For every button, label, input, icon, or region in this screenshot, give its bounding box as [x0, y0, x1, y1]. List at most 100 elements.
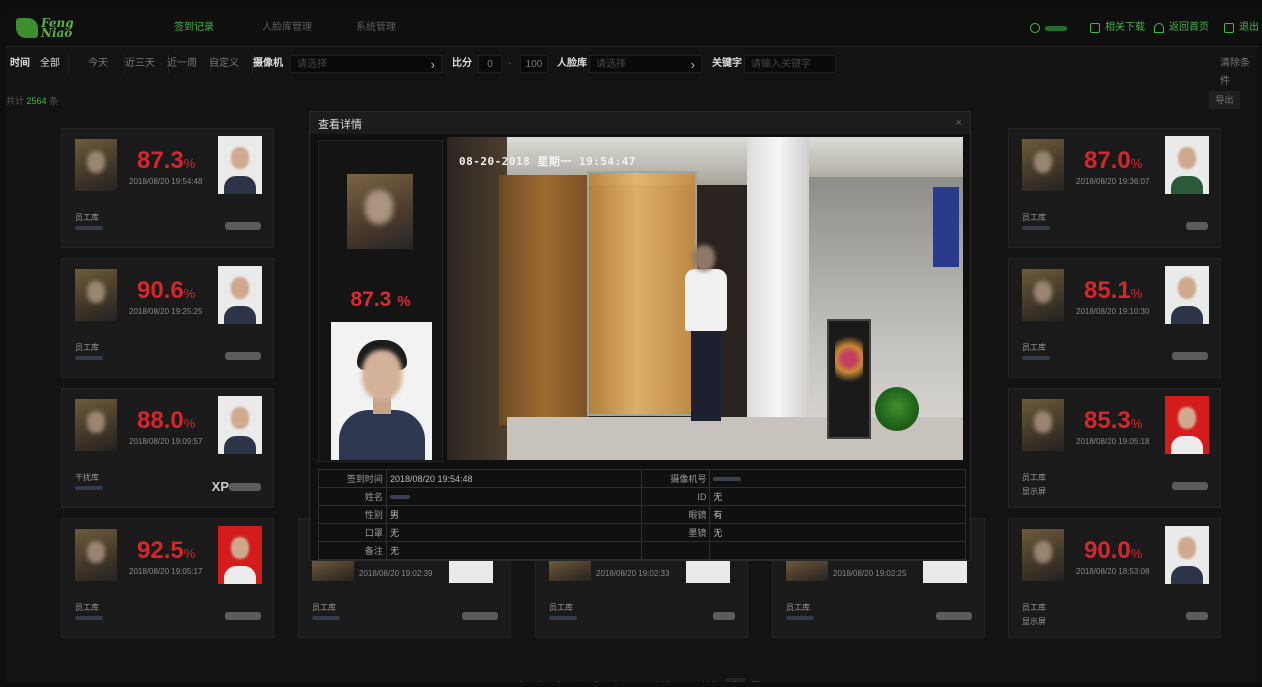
- clear-filters-link[interactable]: 清除条件: [1220, 55, 1259, 87]
- library-name: 员工库: [75, 213, 99, 222]
- score-label: 比分: [452, 58, 472, 69]
- capture-time: 2018/08/20 19:54:48: [129, 177, 203, 186]
- close-icon[interactable]: ×: [956, 117, 962, 129]
- logo[interactable]: Feng Niao: [16, 17, 74, 39]
- page-3[interactable]: 3: [556, 680, 561, 682]
- person-name: [1172, 482, 1208, 492]
- field-value: [709, 541, 966, 560]
- field-value: 2018/08/20 19:54:48: [385, 469, 643, 488]
- field-label: [641, 541, 711, 560]
- reference-photo: [1165, 526, 1209, 584]
- match-panel: 87.3 %: [318, 140, 443, 462]
- field-value: 男: [385, 505, 643, 524]
- table-row: 口罩 无 墨镜 无: [318, 523, 966, 542]
- modal-title: 查看详情: [318, 119, 362, 131]
- prev-page-button[interactable]: ‹: [501, 680, 504, 682]
- home-link[interactable]: 返回首页: [1154, 10, 1209, 46]
- record-card[interactable]: 87.3% 2018/08/20 19:54:48 员工库: [61, 128, 274, 248]
- capture-face-crop: [347, 174, 413, 249]
- total-value: 2564: [26, 96, 47, 106]
- logout-link[interactable]: 退出: [1224, 10, 1259, 46]
- field-label: 姓名: [318, 487, 387, 506]
- nav-system[interactable]: 系统管理: [356, 10, 396, 46]
- record-card[interactable]: 85.1% 2018/08/20 19:10:30 员工库: [1008, 258, 1221, 378]
- field-value: 有: [709, 505, 966, 524]
- field-label: 墨镜: [641, 523, 711, 542]
- time-custom-button[interactable]: 自定义: [196, 55, 253, 73]
- facelib-placeholder: 请选择: [596, 59, 626, 70]
- capture-time: 2018/08/20 19:05:17: [129, 567, 203, 576]
- keyword-placeholder: 请输入关键字: [751, 59, 811, 70]
- user-menu[interactable]: [1030, 10, 1067, 46]
- person-name: [713, 612, 735, 622]
- field-label: 备注: [318, 541, 387, 560]
- time-label: 时间: [10, 58, 30, 69]
- record-card[interactable]: 85.3% 2018/08/20 19:05:18 员工库 显示屏: [1008, 388, 1221, 508]
- reference-photo: [923, 561, 967, 583]
- total-prefix: 共计: [6, 96, 25, 106]
- person-name: [1172, 352, 1208, 362]
- person-name: [1186, 222, 1208, 232]
- similarity-score: 87.3%: [137, 147, 196, 174]
- table-row: 性别 男 眼镜 有: [318, 505, 966, 524]
- match-score: 87.3 %: [350, 288, 411, 311]
- filter-bar: 时间 全部 今天 近三天 近一周 自定义 摄像机 请选择 › 比分 0 - 10…: [6, 47, 1259, 87]
- reference-photo: [1165, 136, 1209, 194]
- page-6[interactable]: 6: [613, 680, 618, 682]
- nav-face-library[interactable]: 人脸库管理: [262, 10, 312, 46]
- page-129[interactable]: 129: [655, 680, 670, 682]
- record-card[interactable]: 90.6% 2018/08/20 19:25:25 员工库: [61, 258, 274, 378]
- next-page-button[interactable]: ›: [684, 680, 687, 682]
- camera-snapshot: 08-20-2018 星期一 19:54:47: [447, 137, 963, 460]
- record-card[interactable]: 92.5% 2018/08/20 19:05:17 员工库: [61, 518, 274, 638]
- person-name: [225, 222, 261, 232]
- time-all-button[interactable]: 全部: [32, 55, 69, 73]
- capture-time: 2018/08/20 19:25:25: [129, 307, 203, 316]
- page-suffix: 页: [751, 679, 760, 683]
- camera-name: 显示屏: [1022, 487, 1046, 496]
- capture-thumbnail: [75, 529, 117, 581]
- field-value: 无: [709, 523, 966, 542]
- field-value: [709, 469, 966, 488]
- table-row: 备注 无: [318, 541, 966, 560]
- export-button[interactable]: 导出: [1209, 91, 1240, 109]
- record-card[interactable]: 88.0% 2018/08/20 19:09:57 干扰库 XP: [61, 388, 274, 508]
- detail-table: 签到时间 2018/08/20 19:54:48 摄像机号 姓名 ID 无 性别…: [318, 469, 966, 560]
- score-min-input[interactable]: 0: [478, 55, 502, 73]
- library-name: 员工库: [312, 603, 336, 612]
- capture-thumbnail: [549, 561, 591, 581]
- field-value: 无: [385, 523, 643, 542]
- goto-page-input[interactable]: 1: [725, 678, 746, 682]
- capture-time: 2018/08/20 19:09:57: [129, 437, 203, 446]
- camera-select[interactable]: 请选择 ›: [290, 55, 442, 73]
- similarity-score: 85.3%: [1084, 407, 1143, 434]
- page-ellipsis[interactable]: ···: [632, 680, 641, 682]
- page-1[interactable]: 1: [518, 680, 523, 682]
- library-name: 员工库: [1022, 343, 1046, 352]
- capture-thumbnail: [1022, 399, 1064, 451]
- page-2[interactable]: 2: [537, 680, 542, 682]
- nav-checkin-records[interactable]: 签到记录: [174, 10, 214, 46]
- chevron-right-icon: ›: [690, 57, 695, 72]
- capture-time: 2018/08/20 19:05:18: [1076, 437, 1150, 446]
- keyword-input[interactable]: 请输入关键字: [744, 55, 836, 73]
- page-5[interactable]: 5: [594, 680, 599, 682]
- library-name: 员工库: [549, 603, 573, 612]
- similarity-score: 85.1%: [1084, 277, 1143, 304]
- reference-photo: [218, 526, 262, 584]
- record-card[interactable]: 90.0% 2018/08/20 18:53:08 员工库 显示屏: [1008, 518, 1221, 638]
- pagination: ‹ 1 2 3 4 5 6 ··· 129 › 前往 1 页: [501, 678, 774, 682]
- page-4[interactable]: 4: [575, 680, 580, 682]
- person-name: [1186, 612, 1208, 622]
- score-max-input[interactable]: 100: [520, 55, 548, 73]
- capture-thumbnail: [75, 269, 117, 321]
- facelib-select[interactable]: 请选择 ›: [589, 55, 702, 73]
- record-card[interactable]: 87.0% 2018/08/20 19:36:07 员工库: [1008, 128, 1221, 248]
- table-row: 签到时间 2018/08/20 19:54:48 摄像机号: [318, 469, 966, 488]
- capture-thumbnail: [75, 399, 117, 451]
- download-link[interactable]: 相关下载: [1090, 10, 1145, 46]
- person-name: [225, 612, 261, 622]
- capture-time: 2018/08/20 19:02:39: [359, 569, 433, 578]
- field-value: 无: [385, 541, 643, 560]
- similarity-score: 87.0%: [1084, 147, 1143, 174]
